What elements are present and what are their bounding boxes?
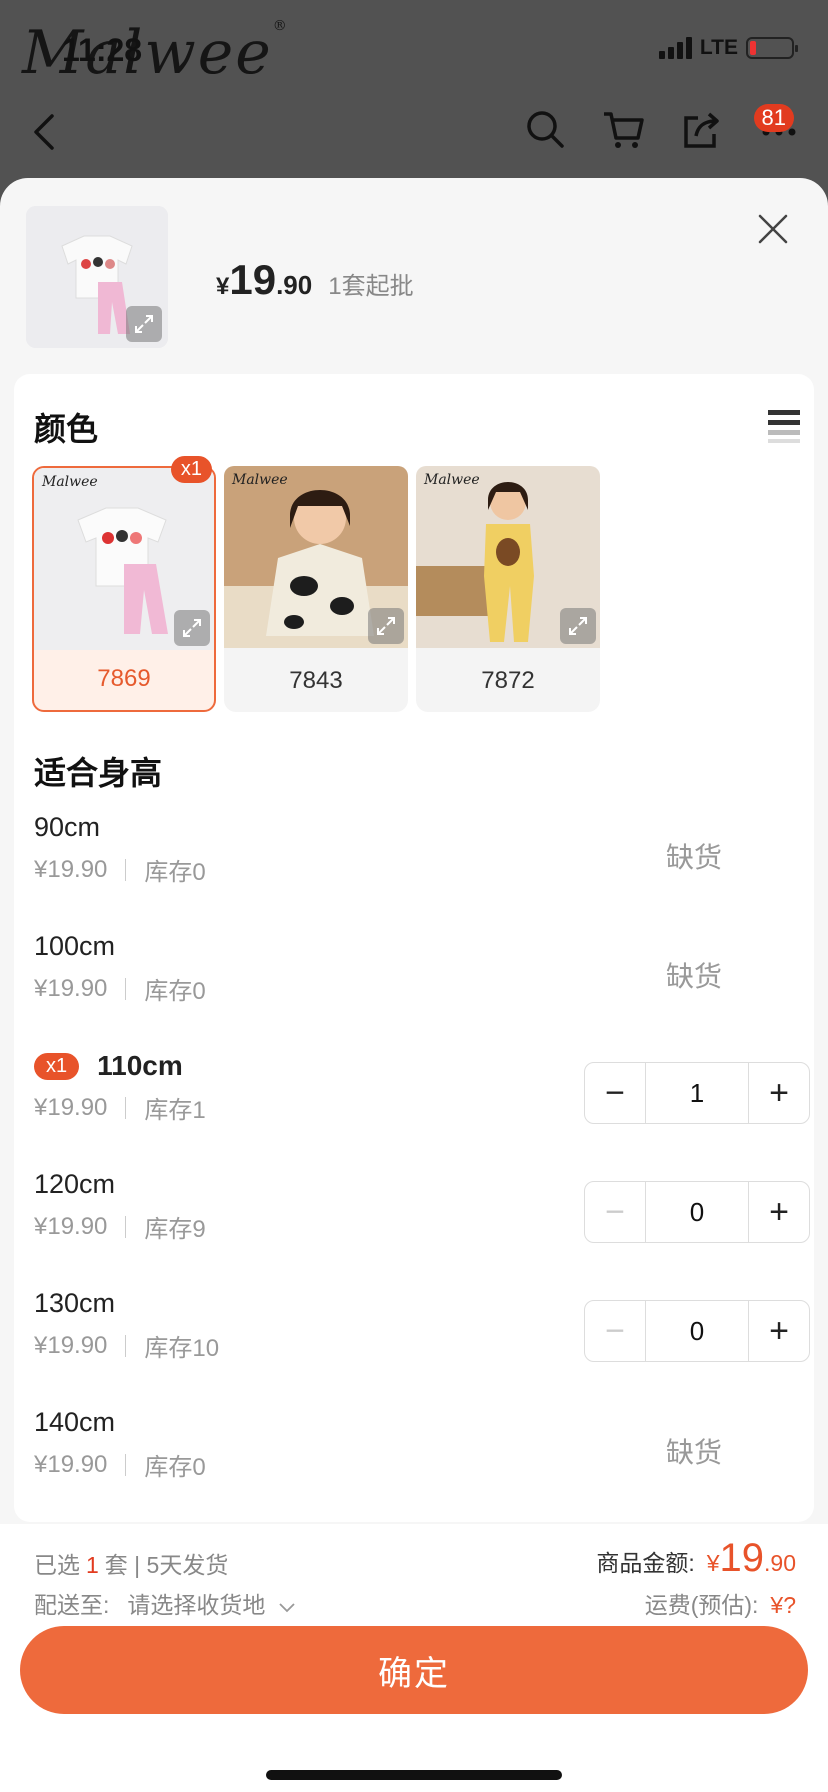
out-of-stock-label: 缺货 bbox=[665, 1437, 722, 1468]
status-indicators: LTE bbox=[658, 36, 798, 60]
cart-icon[interactable] bbox=[602, 108, 644, 150]
signal-icon bbox=[658, 37, 692, 59]
selected-qty-badge: x1 bbox=[170, 456, 212, 483]
size-stock: 库存10 bbox=[144, 1335, 220, 1362]
svg-text:Malwee: Malwee bbox=[41, 474, 98, 490]
amount-summary: 商品金额: ¥19.90 bbox=[596, 1536, 796, 1580]
quantity-stepper: − 1 + bbox=[584, 1062, 810, 1124]
size-name: 100cm bbox=[34, 931, 116, 961]
options-panel: 颜色 x1 Malwee 7869 Malwee 7843 Malwee 787… bbox=[14, 374, 814, 1522]
color-label: 7872 bbox=[481, 667, 535, 694]
size-meta: ¥19.90 库存0 bbox=[34, 1447, 206, 1482]
color-option-7869[interactable]: x1 Malwee 7869 bbox=[32, 456, 216, 712]
ship-to-selector[interactable]: 配送至: 请选择收货地 bbox=[34, 1586, 296, 1620]
color-option-7843[interactable]: Malwee 7843 bbox=[224, 466, 408, 712]
size-meta: ¥19.90 库存0 bbox=[34, 971, 206, 1006]
decrement-button[interactable]: − bbox=[585, 1182, 645, 1242]
background-page: Malwee® 11:28 LTE 81 bbox=[0, 0, 828, 200]
size-row-110cm: x1 110cm ¥19.90 库存1 − 1 + bbox=[34, 1050, 810, 1154]
increment-button[interactable]: + bbox=[749, 1301, 809, 1361]
svg-text:Malwee: Malwee bbox=[231, 472, 288, 488]
size-meta: ¥19.90 库存10 bbox=[34, 1328, 219, 1363]
size-price: ¥19.90 bbox=[34, 1093, 108, 1121]
size-price: ¥19.90 bbox=[34, 1331, 108, 1359]
share-icon[interactable] bbox=[680, 108, 722, 150]
out-of-stock-label: 缺货 bbox=[665, 961, 722, 992]
size-meta: ¥19.90 库存1 bbox=[34, 1090, 206, 1125]
network-label: LTE bbox=[699, 36, 738, 59]
color-label: 7843 bbox=[289, 667, 343, 694]
confirm-button[interactable]: 确定 bbox=[20, 1626, 808, 1714]
size-row-140cm: 140cm ¥19.90 库存0 缺货 bbox=[34, 1407, 810, 1511]
quantity-value[interactable]: 0 bbox=[645, 1301, 749, 1361]
size-stock: 库存1 bbox=[144, 1097, 206, 1124]
expand-icon[interactable] bbox=[368, 608, 404, 644]
color-label: 7869 bbox=[97, 665, 151, 692]
decrement-button[interactable]: − bbox=[585, 1301, 645, 1361]
size-section-title: 适合身高 bbox=[34, 755, 163, 791]
size-price: ¥19.90 bbox=[34, 1212, 108, 1240]
size-name: 130cm bbox=[34, 1288, 116, 1318]
size-stock: 库存0 bbox=[144, 859, 206, 886]
size-meta: ¥19.90 库存0 bbox=[34, 852, 206, 887]
min-order-label: 1套起批 bbox=[328, 273, 414, 300]
svg-text:Malwee: Malwee bbox=[423, 472, 480, 488]
price-display: ¥ 19 .90 1套起批 bbox=[216, 256, 414, 303]
search-icon[interactable] bbox=[524, 108, 566, 150]
size-price: ¥19.90 bbox=[34, 855, 108, 883]
quantity-value[interactable]: 0 bbox=[645, 1182, 749, 1242]
size-row-90cm: 90cm ¥19.90 库存0 缺货 bbox=[34, 812, 810, 916]
quantity-stepper: − 0 + bbox=[584, 1181, 810, 1243]
expand-icon[interactable] bbox=[126, 306, 162, 342]
color-options: x1 Malwee 7869 Malwee 7843 Malwee 7872 bbox=[32, 456, 600, 712]
status-time: 11:28 bbox=[62, 32, 143, 68]
close-icon[interactable] bbox=[756, 212, 790, 246]
size-name: x1 110cm bbox=[34, 1050, 183, 1082]
decrement-button[interactable]: − bbox=[585, 1063, 645, 1123]
size-price: ¥19.90 bbox=[34, 1450, 108, 1478]
checkout-footer: 已选 1 套 | 5天发货 配送至: 请选择收货地 商品金额: ¥19.90 运费(预估… bbox=[0, 1524, 828, 1792]
freight-summary: 运费(预估): ¥? bbox=[644, 1592, 796, 1618]
home-indicator bbox=[266, 1770, 562, 1780]
quantity-stepper: − 0 + bbox=[584, 1300, 810, 1362]
chevron-down-icon bbox=[279, 1603, 295, 1613]
size-stock: 库存0 bbox=[144, 978, 206, 1005]
expand-icon[interactable] bbox=[174, 610, 210, 646]
size-row-130cm: 130cm ¥19.90 库存10 − 0 + bbox=[34, 1288, 810, 1392]
product-thumbnail[interactable] bbox=[26, 206, 168, 348]
selected-summary: 已选 1 套 | 5天发货 bbox=[34, 1552, 229, 1578]
out-of-stock-label: 缺货 bbox=[665, 842, 722, 873]
size-stock: 库存0 bbox=[144, 1454, 206, 1481]
battery-icon bbox=[746, 37, 798, 59]
color-option-7872[interactable]: Malwee 7872 bbox=[416, 466, 600, 712]
increment-button[interactable]: + bbox=[749, 1063, 809, 1123]
size-row-100cm: 100cm ¥19.90 库存0 缺货 bbox=[34, 931, 810, 1035]
color-section-title: 颜色 bbox=[34, 411, 99, 447]
size-price: ¥19.90 bbox=[34, 974, 108, 1002]
list-view-icon[interactable] bbox=[768, 408, 800, 444]
size-meta: ¥19.90 库存9 bbox=[34, 1209, 206, 1244]
sku-selector-sheet: ¥ 19 .90 1套起批 颜色 x1 Malwee 7869 Malwee 7… bbox=[0, 178, 828, 1792]
back-icon[interactable] bbox=[30, 112, 58, 152]
increment-button[interactable]: + bbox=[749, 1182, 809, 1242]
size-qty-badge: x1 bbox=[34, 1052, 80, 1080]
quantity-value[interactable]: 1 bbox=[645, 1063, 749, 1123]
size-name: 120cm bbox=[34, 1169, 116, 1199]
size-stock: 库存9 bbox=[144, 1216, 206, 1243]
expand-icon[interactable] bbox=[560, 608, 596, 644]
size-name: 140cm bbox=[34, 1407, 116, 1437]
size-row-120cm: 120cm ¥19.90 库存9 − 0 + bbox=[34, 1169, 810, 1273]
cart-count-badge: 81 bbox=[753, 104, 794, 132]
size-name: 90cm bbox=[34, 812, 101, 842]
sheet-header: ¥ 19 .90 1套起批 bbox=[0, 178, 828, 372]
